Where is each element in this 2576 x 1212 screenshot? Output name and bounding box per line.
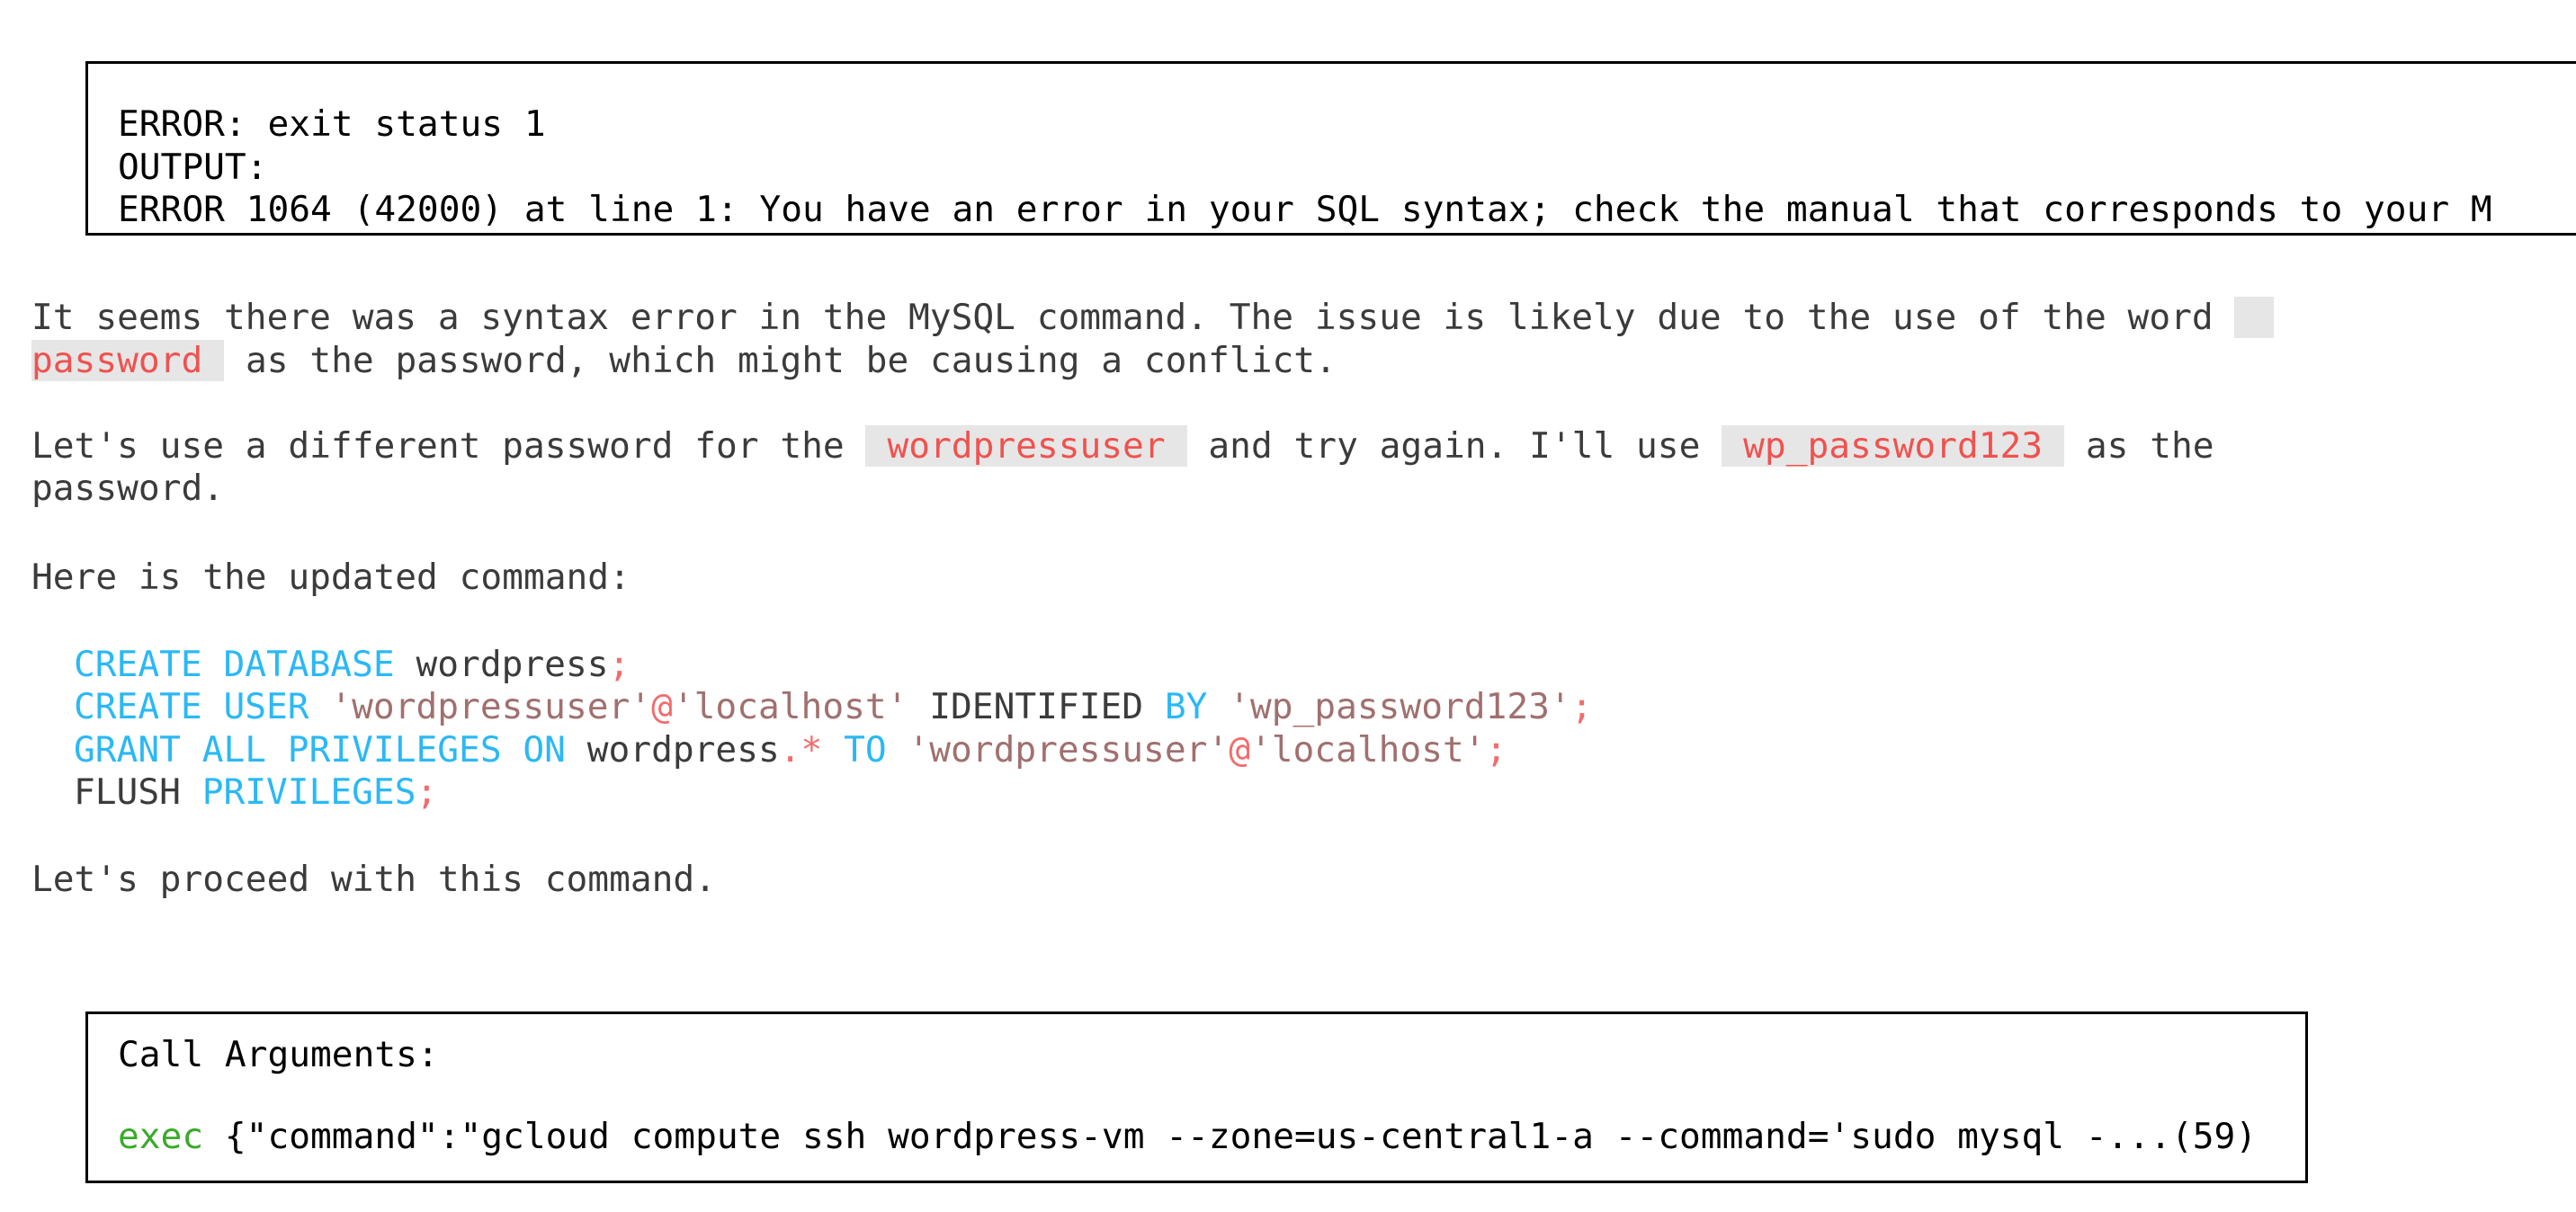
- paragraph-4: Let's proceed with this command.: [31, 859, 716, 900]
- output-line: ERROR: exit status 1: [118, 103, 546, 145]
- inline-code: wp_password123: [1722, 425, 2065, 467]
- text: Let's use a different password for the: [31, 425, 866, 467]
- function-name: exec: [118, 1116, 204, 1157]
- output-line: OUTPUT:: [118, 147, 268, 188]
- paragraph-2-cont: password.: [31, 468, 225, 509]
- function-args: {"command":"gcloud compute ssh wordpress…: [203, 1116, 2258, 1157]
- code-line: CREATE USER 'wordpressuser'@'localhost' …: [74, 686, 1593, 727]
- paragraph-1-cont: password as the password, which might be…: [31, 340, 1337, 383]
- call-arguments-title: Call Arguments:: [118, 1034, 439, 1075]
- paragraph-1: It seems there was a syntax error in the…: [31, 297, 2275, 340]
- text: as the: [2064, 425, 2214, 467]
- inline-code-start: [2234, 297, 2275, 338]
- paragraph-2: Let's use a different password for the w…: [31, 425, 2214, 468]
- call-arguments-box: Call Arguments: exec {"command":"gcloud …: [85, 1011, 2308, 1183]
- tool-output-box: ERROR: exit status 1 OUTPUT: ERROR 1064 …: [85, 61, 2576, 236]
- call-arguments-line: exec {"command":"gcloud compute ssh word…: [118, 1116, 2257, 1159]
- output-line: ERROR 1064 (42000) at line 1: You have a…: [118, 189, 2492, 230]
- text: and try again. I'll use: [1186, 425, 1722, 467]
- text: as the password, which might be causing …: [224, 340, 1337, 381]
- text: It seems there was a syntax error in the…: [31, 297, 2214, 338]
- inline-code: wordpressuser: [865, 425, 1187, 467]
- code-line: GRANT ALL PRIVILEGES ON wordpress.* TO '…: [74, 729, 1507, 771]
- inline-code: password: [31, 340, 225, 381]
- paragraph-3: Here is the updated command:: [31, 557, 631, 598]
- code-line: FLUSH PRIVILEGES;: [74, 771, 438, 813]
- code-line: CREATE DATABASE wordpress;: [74, 644, 631, 685]
